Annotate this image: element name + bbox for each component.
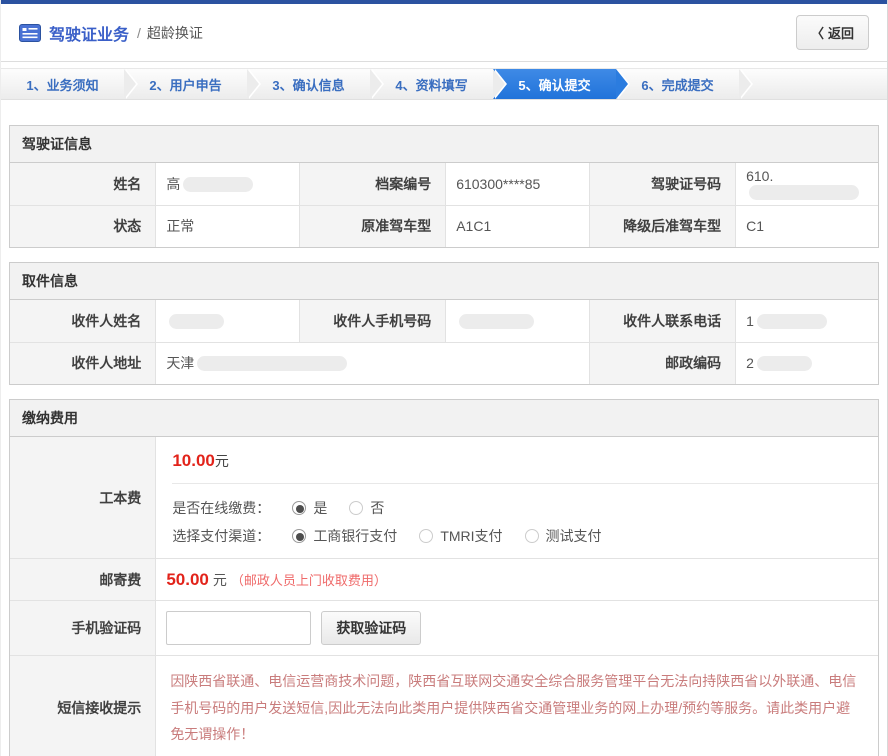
- table-row: 状态 正常 原准驾车型 A1C1 降级后准驾车型 C1: [10, 205, 878, 247]
- radio-unchecked-icon: [419, 529, 433, 543]
- postage-fee-note: （邮政人员上门收取费用）: [231, 570, 387, 589]
- channel-test-option[interactable]: 测试支付: [525, 526, 602, 546]
- table-row: 收件人地址 天津 邮政编码 2: [10, 342, 878, 384]
- pickup-info-table: 收件人姓名 收件人手机号码 收件人联系电话 1 收件人地址 天津 邮政编码 2: [10, 300, 878, 384]
- online-pay-row: 是否在线缴费： 是 否: [156, 494, 878, 522]
- page: 驾驶证业务 / 超龄换证 〈返回 1、业务须知 2、用户申告 3、确认信息 4、资…: [0, 0, 888, 756]
- redacted-smudge: [459, 314, 534, 329]
- production-fee-cell: 10.00元 是否在线缴费： 是 否 选择支付渠道： 工商银行支付 TMRI支付…: [156, 437, 878, 559]
- postal-code-label: 邮政编码: [590, 342, 736, 384]
- section-pickup-info: 取件信息 收件人姓名 收件人手机号码 收件人联系电话 1 收件人地址 天津 邮政…: [9, 262, 879, 385]
- original-class-value: A1C1: [446, 205, 590, 247]
- table-row: 手机验证码 获取验证码: [10, 601, 878, 656]
- redacted-smudge: [197, 356, 347, 371]
- name-label: 姓名: [10, 163, 156, 205]
- name-value: 高: [156, 163, 300, 205]
- license-number-label: 驾驶证号码: [590, 163, 736, 205]
- sms-notice-label: 短信接收提示: [10, 656, 156, 756]
- recipient-mobile-label: 收件人手机号码: [300, 300, 446, 342]
- postal-code-value: 2: [736, 342, 878, 384]
- radio-unchecked-icon: [349, 501, 363, 515]
- sms-code-input[interactable]: [166, 611, 311, 645]
- step-2-user-declaration[interactable]: 2、用户申告: [124, 69, 247, 99]
- redacted-smudge: [169, 314, 224, 329]
- section-license-info: 驾驶证信息 姓名 高 档案编号 610300****85 驾驶证号码 610. …: [9, 125, 879, 248]
- online-pay-yes-option[interactable]: 是: [292, 498, 327, 518]
- license-business-icon: [19, 24, 41, 42]
- postage-fee-amount: 50.00: [166, 570, 209, 590]
- recipient-address-label: 收件人地址: [10, 342, 156, 384]
- back-label: 返回: [828, 23, 854, 42]
- recipient-mobile-value: [446, 300, 590, 342]
- redacted-smudge: [749, 185, 859, 200]
- radio-unchecked-icon: [525, 529, 539, 543]
- postage-fee-cell: 50.00元（邮政人员上门收取费用）: [156, 559, 878, 601]
- license-number-value: 610.: [736, 163, 878, 205]
- get-code-button[interactable]: 获取验证码: [321, 611, 421, 645]
- section-title-license: 驾驶证信息: [10, 126, 878, 163]
- online-pay-no-option[interactable]: 否: [349, 498, 384, 518]
- radio-checked-icon: [292, 501, 306, 515]
- step-6-complete-submit[interactable]: 6、完成提交: [616, 69, 739, 99]
- section-fees: 缴纳费用 工本费 10.00元 是否在线缴费： 是 否 选择支付渠道: [9, 399, 879, 756]
- pay-channel-question: 选择支付渠道：: [172, 526, 270, 546]
- sms-code-label: 手机验证码: [10, 601, 156, 656]
- section-title-pickup: 取件信息: [10, 263, 878, 300]
- production-fee-amount: 10.00元: [156, 437, 878, 483]
- header: 驾驶证业务 / 超龄换证 〈返回: [1, 4, 887, 62]
- downgraded-class-label: 降级后准驾车型: [590, 205, 736, 247]
- subpage-title: 超龄换证: [147, 25, 203, 41]
- table-row: 收件人姓名 收件人手机号码 收件人联系电话 1: [10, 300, 878, 342]
- status-value: 正常: [156, 205, 300, 247]
- back-chevron-icon: 〈: [811, 23, 824, 42]
- redacted-smudge: [757, 356, 812, 371]
- back-button[interactable]: 〈返回: [796, 15, 869, 50]
- status-label: 状态: [10, 205, 156, 247]
- sms-notice-text: 因陕西省联通、电信运营商技术问题，陕西省互联网交通安全综合服务管理平台无法向持陕…: [166, 660, 868, 756]
- table-row: 邮寄费 50.00元（邮政人员上门收取费用）: [10, 559, 878, 601]
- archive-number-value: 610300****85: [446, 163, 590, 205]
- postage-fee-label: 邮寄费: [10, 559, 156, 601]
- online-pay-question: 是否在线缴费：: [172, 498, 270, 518]
- license-info-table: 姓名 高 档案编号 610300****85 驾驶证号码 610. 状态 正常 …: [10, 163, 878, 247]
- channel-icbc-option[interactable]: 工商银行支付: [292, 526, 397, 546]
- channel-tmri-option[interactable]: TMRI支付: [419, 526, 502, 546]
- page-title: 驾驶证业务: [49, 21, 129, 45]
- breadcrumb: 驾驶证业务 / 超龄换证: [19, 21, 203, 45]
- table-row: 姓名 高 档案编号 610300****85 驾驶证号码 610.: [10, 163, 878, 205]
- recipient-phone-value: 1: [736, 300, 878, 342]
- breadcrumb-current: / 超龄换证: [137, 23, 203, 43]
- fees-table: 工本费 10.00元 是否在线缴费： 是 否 选择支付渠道： 工商银行支付 TM…: [10, 437, 878, 756]
- step-bar: 1、业务须知 2、用户申告 3、确认信息 4、资料填写 5、确认提交 6、完成提…: [1, 68, 887, 100]
- main-content: 驾驶证信息 姓名 高 档案编号 610300****85 驾驶证号码 610. …: [1, 125, 887, 756]
- sms-code-cell: 获取验证码: [156, 601, 878, 656]
- table-row: 工本费 10.00元 是否在线缴费： 是 否 选择支付渠道： 工商银行支付 TM…: [10, 437, 878, 559]
- pay-channel-row: 选择支付渠道： 工商银行支付 TMRI支付 测试支付: [156, 522, 878, 558]
- downgraded-class-value: C1: [736, 205, 878, 247]
- redacted-smudge: [757, 314, 827, 329]
- section-title-fees: 缴纳费用: [10, 400, 878, 437]
- step-5-confirm-submit-active[interactable]: 5、确认提交: [493, 69, 616, 99]
- recipient-name-label: 收件人姓名: [10, 300, 156, 342]
- original-class-label: 原准驾车型: [300, 205, 446, 247]
- step-1-business-notice[interactable]: 1、业务须知: [1, 69, 124, 99]
- step-3-confirm-info[interactable]: 3、确认信息: [247, 69, 370, 99]
- sms-notice-cell: 因陕西省联通、电信运营商技术问题，陕西省互联网交通安全综合服务管理平台无法向持陕…: [156, 656, 878, 756]
- recipient-phone-label: 收件人联系电话: [590, 300, 736, 342]
- archive-number-label: 档案编号: [300, 163, 446, 205]
- step-4-fill-info[interactable]: 4、资料填写: [370, 69, 493, 99]
- radio-checked-icon: [292, 529, 306, 543]
- production-fee-label: 工本费: [10, 437, 156, 559]
- breadcrumb-separator: /: [137, 25, 141, 41]
- redacted-smudge: [183, 177, 253, 192]
- step-bar-filler: [739, 69, 887, 99]
- recipient-name-value: [156, 300, 300, 342]
- table-row: 短信接收提示 因陕西省联通、电信运营商技术问题，陕西省互联网交通安全综合服务管理…: [10, 656, 878, 756]
- divider: [172, 483, 878, 484]
- recipient-address-value: 天津: [156, 342, 590, 384]
